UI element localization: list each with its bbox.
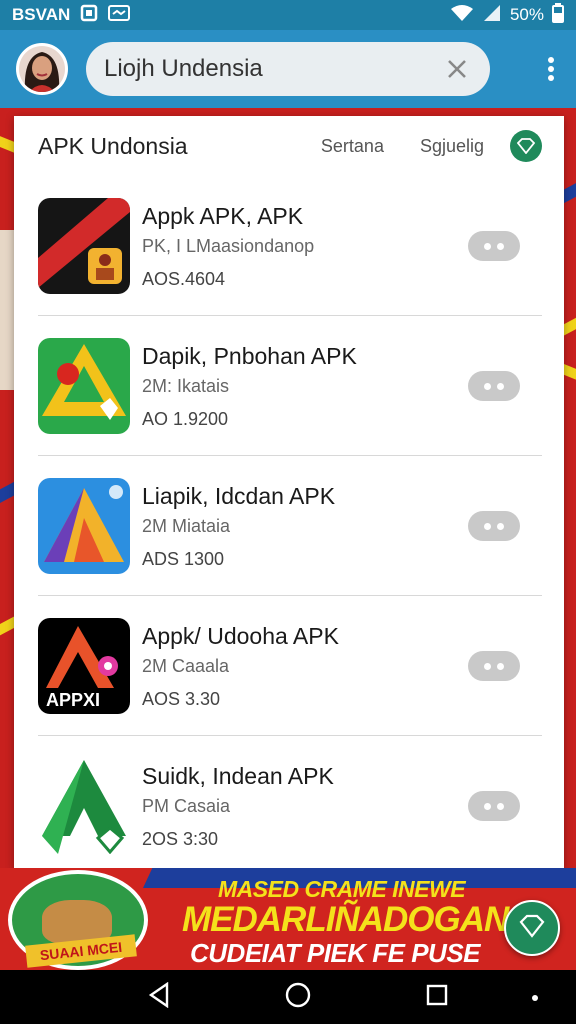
- mascot-logo: SUAAI MCEI: [8, 870, 148, 970]
- app-name: Appk/ Udooha APK: [142, 622, 339, 649]
- app-notification-icon: [80, 4, 98, 27]
- app-subtitle: PK, I LMaasiondanop: [142, 235, 315, 256]
- app-name: Dapik, Pnbohan APK: [142, 342, 357, 369]
- app-size: AOS 3.30: [142, 688, 221, 709]
- wifi-icon: [450, 4, 474, 27]
- avatar[interactable]: [16, 43, 68, 95]
- clear-icon[interactable]: [442, 54, 472, 84]
- app-size: ADS 1300: [142, 548, 225, 569]
- panel-header: APK Undonsia Sertana Sgjuelig: [14, 116, 564, 176]
- app-size: AO 1.9200: [142, 408, 229, 429]
- appk-icon: [38, 198, 130, 294]
- app-name: Liapik, Idcdan APK: [142, 482, 336, 509]
- app-name: Appk APK, APK: [142, 202, 304, 229]
- fab-button[interactable]: [504, 900, 560, 956]
- battery-label: 50%: [509, 5, 544, 24]
- banner-line-3: CUDEIAT PIEK FE PUSE: [190, 938, 481, 968]
- nav-dot: [532, 995, 538, 1001]
- diamond-icon: [519, 914, 545, 943]
- top-search-bar: Liojh Undensia: [0, 30, 576, 108]
- status-bar: BSVAN 50%: [0, 0, 576, 30]
- appxi-icon: APPXI: [38, 618, 130, 714]
- battery-icon: [552, 2, 564, 28]
- suidk-icon: [38, 758, 130, 854]
- ad-banner[interactable]: SUAAI MCEI MASED CRAME INEWE MEDARLIÑADO…: [0, 868, 576, 970]
- app-row-1[interactable]: Appk APK, APK PK, I LMaasiondanop AOS.46…: [14, 176, 564, 316]
- signal-icon: [482, 4, 502, 27]
- liapik-icon: [38, 478, 130, 574]
- app-row-5[interactable]: Suidk, Indean APK PM Casaia 2OS 3:30: [14, 736, 564, 876]
- app-subtitle: 2M Miataia: [142, 515, 231, 536]
- diamond-icon[interactable]: [510, 130, 542, 162]
- banner-line-2: MEDARLIÑADOGAN: [182, 900, 509, 939]
- app-row-4[interactable]: APPXI Appk/ Udooha APK 2M Caaala AOS 3.3…: [14, 596, 564, 736]
- app-name: Suidk, Indean APK: [142, 762, 334, 789]
- app-subtitle: 2M Caaala: [142, 655, 230, 676]
- more-horiz-icon[interactable]: [468, 231, 520, 261]
- more-horiz-icon[interactable]: [468, 651, 520, 681]
- banner-line-1: MASED CRAME INEWE: [218, 876, 466, 902]
- more-vert-icon[interactable]: [542, 54, 560, 84]
- more-horiz-icon[interactable]: [468, 371, 520, 401]
- panel-title: APK Undonsia: [38, 132, 188, 159]
- search-query: Liojh Undensia: [104, 55, 263, 82]
- dapik-icon: [38, 338, 130, 434]
- app-size: 2OS 3:30: [142, 828, 219, 849]
- more-horiz-icon[interactable]: [468, 511, 520, 541]
- more-horiz-icon[interactable]: [468, 791, 520, 821]
- back-icon[interactable]: [147, 981, 171, 1013]
- app-subtitle: 2M: Ikatais: [142, 375, 230, 396]
- carrier-label: BSVAN: [12, 5, 71, 24]
- search-input[interactable]: Liojh Undensia: [86, 42, 490, 96]
- app-subtitle: PM Casaia: [142, 795, 231, 816]
- home-icon[interactable]: [284, 981, 312, 1014]
- tab-sgjuelig[interactable]: Sgjuelig: [420, 136, 484, 157]
- recents-icon[interactable]: [425, 983, 449, 1012]
- app-row-3[interactable]: Liapik, Idcdan APK 2M Miataia ADS 1300: [14, 456, 564, 596]
- system-nav-bar: [0, 970, 576, 1024]
- message-icon: [108, 4, 131, 26]
- mascot-label: SUAAI MCEI: [25, 934, 137, 968]
- app-row-2[interactable]: Dapik, Pnbohan APK 2M: Ikatais AO 1.9200: [14, 316, 564, 456]
- app-list-panel: APK Undonsia Sertana Sgjuelig Appk APK, …: [14, 116, 564, 876]
- app-size: AOS.4604: [142, 268, 226, 289]
- svg-text:APPXI: APPXI: [46, 690, 100, 710]
- tab-sertana[interactable]: Sertana: [321, 136, 384, 157]
